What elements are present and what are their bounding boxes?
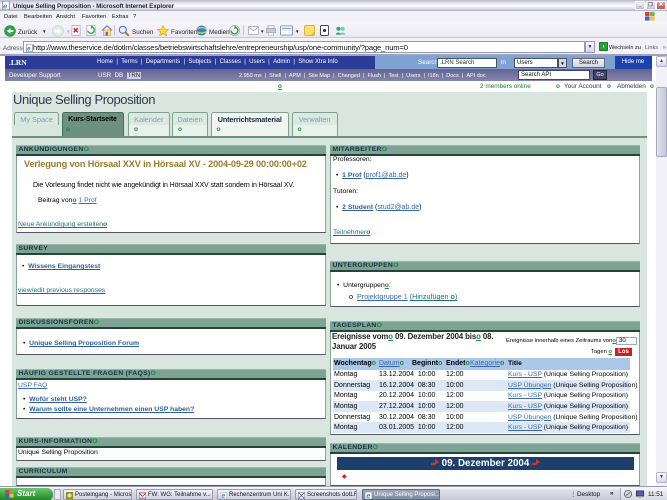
svg-text:e: e <box>27 45 31 52</box>
svg-text:e: e <box>221 493 225 499</box>
svg-text:e: e <box>366 493 370 499</box>
svg-text:e: e <box>3 1 7 10</box>
